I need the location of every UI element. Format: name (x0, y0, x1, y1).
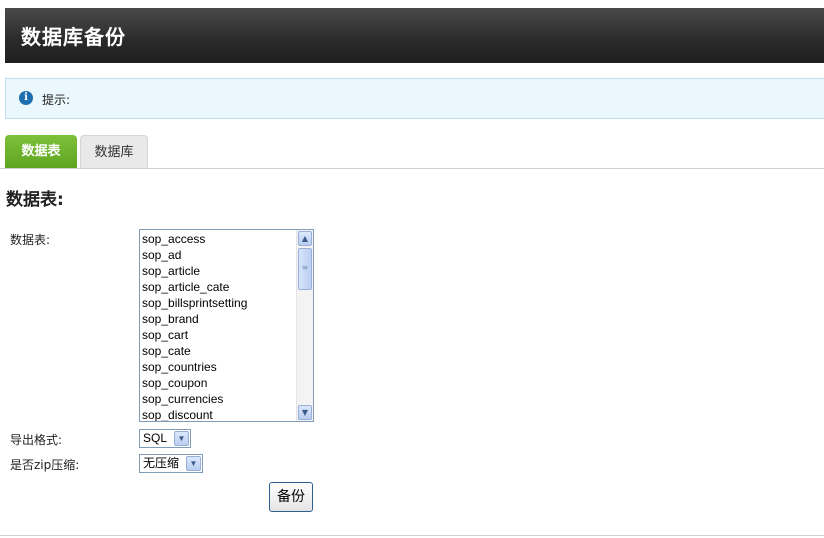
list-item[interactable]: sop_coupon (142, 375, 313, 391)
backup-button[interactable]: 备份 (269, 482, 313, 512)
page: 数据库备份 i 提示: 数据表 数据库 数据表: 数据表: sop_access… (0, 0, 824, 538)
zip-select-value: 无压缩 (143, 456, 180, 470)
format-select-value: SQL (143, 431, 168, 445)
header-bar: 数据库备份 (5, 8, 824, 63)
tab-database[interactable]: 数据库 (80, 135, 148, 168)
list-item[interactable]: sop_currencies (142, 391, 313, 407)
notice-bar: i 提示: (5, 78, 824, 119)
list-item[interactable]: sop_brand (142, 311, 313, 327)
list-item[interactable]: sop_ad (142, 247, 313, 263)
listbox-scrollbar[interactable]: ▲ ≡ ▼ (296, 230, 313, 421)
tables-list: sop_access sop_ad sop_article sop_article_c… (140, 230, 313, 421)
scroll-up-icon[interactable]: ▲ (298, 231, 312, 246)
section-title: 数据表: (6, 190, 64, 210)
tab-divider (0, 168, 824, 169)
zip-select[interactable]: 无压缩 ▼ (139, 454, 203, 473)
tables-label: 数据表: (10, 233, 51, 247)
list-item[interactable]: sop_countries (142, 359, 313, 375)
format-select[interactable]: SQL ▼ (139, 429, 191, 448)
zip-label: 是否zip压缩: (10, 458, 80, 472)
list-item[interactable]: sop_article (142, 263, 313, 279)
list-item[interactable]: sop_discount (142, 407, 313, 421)
list-item[interactable]: sop_cart (142, 327, 313, 343)
chevron-down-icon[interactable]: ▼ (186, 456, 201, 471)
page-title: 数据库备份 (21, 25, 126, 49)
list-item[interactable]: sop_article_cate (142, 279, 313, 295)
list-item[interactable]: sop_access (142, 231, 313, 247)
format-label: 导出格式: (10, 433, 63, 447)
scroll-thumb[interactable]: ≡ (298, 248, 312, 290)
info-icon: i (19, 91, 33, 105)
chevron-down-icon[interactable]: ▼ (174, 431, 189, 446)
notice-text: 提示: (42, 93, 71, 107)
tab-tables[interactable]: 数据表 (5, 135, 77, 168)
bottom-divider (0, 535, 824, 536)
tables-listbox[interactable]: sop_access sop_ad sop_article sop_article_c… (139, 229, 314, 422)
list-item[interactable]: sop_billsprintsetting (142, 295, 313, 311)
list-item[interactable]: sop_cate (142, 343, 313, 359)
scroll-down-icon[interactable]: ▼ (298, 405, 312, 420)
